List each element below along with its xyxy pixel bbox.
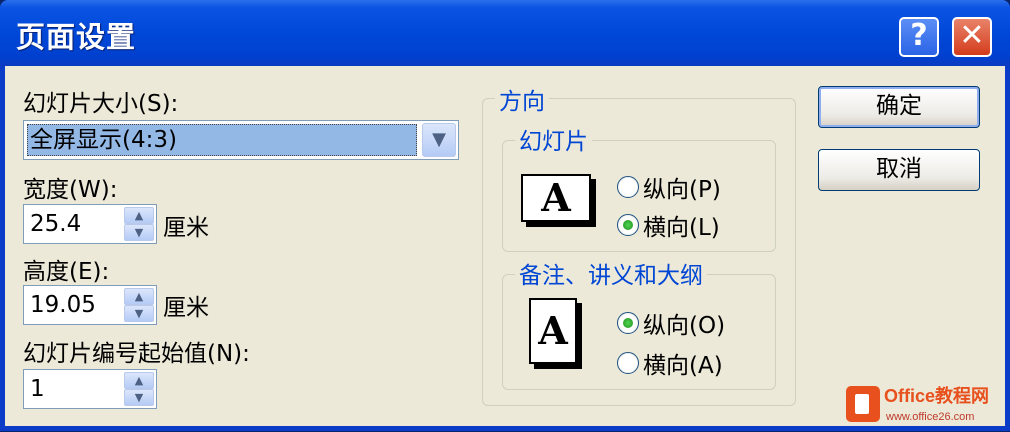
height-unit: 厘米	[163, 295, 209, 321]
width-unit: 厘米	[163, 215, 209, 241]
slides-landscape-label: 横向(L)	[643, 215, 720, 241]
spin-up-icon[interactable]: ▲	[124, 207, 154, 224]
spin-down-icon[interactable]: ▼	[124, 389, 154, 406]
notes-orientation-title: 备注、讲义和大纲	[515, 256, 707, 290]
slides-portrait-label: 纵向(P)	[643, 177, 721, 203]
radio-selected-icon[interactable]	[617, 214, 639, 236]
spin-up-icon[interactable]: ▲	[124, 288, 154, 305]
portrait-page-icon: A	[529, 298, 577, 364]
start-number-label: 幻灯片编号起始值(N):	[23, 341, 250, 367]
title-bar[interactable]: 页面设置 ? ✕	[0, 0, 1010, 66]
watermark-url: www.office26.com	[885, 411, 974, 423]
orientation-title: 方向	[495, 82, 549, 116]
width-spinner[interactable]: 25.4 ▲ ▼	[23, 204, 157, 244]
height-spinner[interactable]: 19.05 ▲ ▼	[23, 285, 157, 325]
dialog-window: 页面设置 ? ✕ 幻灯片大小(S): 全屏显示(4:3) ▼ 宽度(W): 25…	[0, 0, 1010, 431]
start-number-spinner[interactable]: 1 ▲ ▼	[23, 369, 157, 409]
notes-portrait-radio[interactable]: 纵向(O)	[617, 306, 725, 340]
start-number-value[interactable]: 1	[30, 376, 45, 402]
dialog-body: 幻灯片大小(S): 全屏显示(4:3) ▼ 宽度(W): 25.4 ▲ ▼ 厘米…	[5, 66, 1005, 426]
chevron-down-icon[interactable]: ▼	[422, 123, 456, 157]
office-logo-icon: Office教程网 www.office26.com	[846, 385, 989, 423]
watermark-brand: Office教程网	[884, 385, 989, 406]
spin-up-icon[interactable]: ▲	[124, 372, 154, 389]
spin-down-icon[interactable]: ▼	[124, 305, 154, 322]
width-label: 宽度(W):	[23, 177, 118, 203]
ok-button[interactable]: 确定	[818, 86, 980, 128]
slide-size-dropdown[interactable]: 全屏显示(4:3) ▼	[23, 120, 459, 160]
slide-size-label: 幻灯片大小(S):	[23, 91, 179, 117]
slides-orientation-title: 幻灯片	[515, 122, 592, 156]
watermark: Office教程网 www.office26.com	[842, 380, 1006, 432]
spin-down-icon[interactable]: ▼	[124, 224, 154, 241]
help-button[interactable]: ?	[899, 17, 939, 57]
height-label: 高度(E):	[23, 259, 110, 285]
cancel-button[interactable]: 取消	[818, 149, 980, 191]
notes-portrait-label: 纵向(O)	[643, 313, 726, 339]
slides-landscape-radio[interactable]: 横向(L)	[617, 208, 720, 242]
landscape-page-icon: A	[521, 174, 591, 222]
slides-portrait-radio[interactable]: 纵向(P)	[617, 170, 721, 204]
close-button[interactable]: ✕	[952, 17, 992, 57]
height-value[interactable]: 19.05	[30, 292, 96, 318]
notes-landscape-label: 横向(A)	[643, 353, 723, 379]
slide-size-value: 全屏显示(4:3)	[27, 124, 417, 156]
radio-icon[interactable]	[617, 352, 639, 374]
radio-selected-icon[interactable]	[617, 312, 639, 334]
notes-landscape-radio[interactable]: 横向(A)	[617, 346, 723, 380]
radio-icon[interactable]	[617, 176, 639, 198]
dialog-title: 页面设置	[16, 20, 137, 54]
width-value[interactable]: 25.4	[30, 211, 81, 237]
